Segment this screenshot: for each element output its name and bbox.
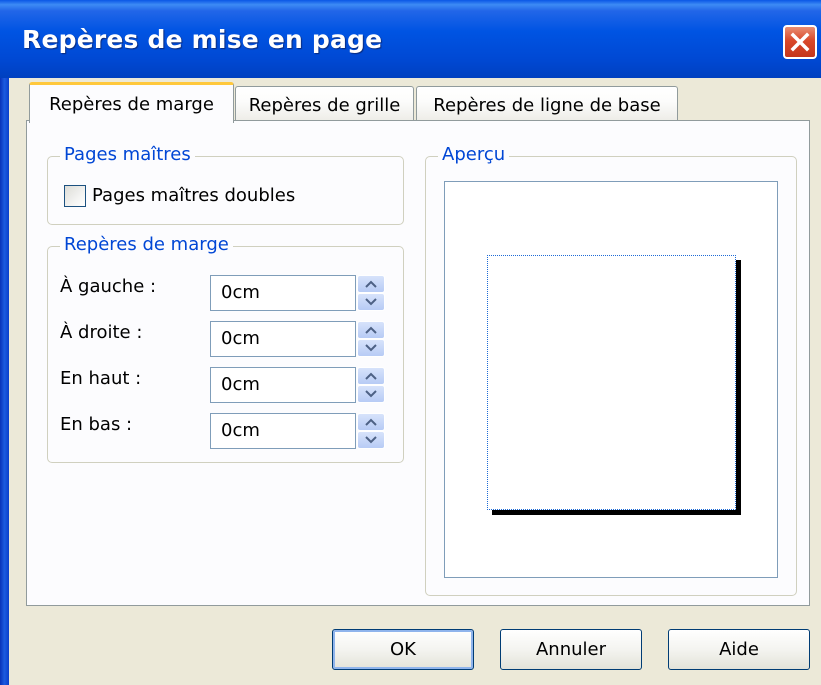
close-icon <box>790 32 810 52</box>
tab-label: Repères de ligne de base <box>433 94 661 116</box>
chevron-up-icon <box>365 326 377 334</box>
close-button[interactable] <box>783 25 817 59</box>
window-title: Repères de mise en page <box>22 25 383 54</box>
top-margin-spinner[interactable] <box>357 367 385 403</box>
tab-margin-guides[interactable]: Repères de marge <box>29 82 234 123</box>
button-label: OK <box>390 639 416 660</box>
help-button[interactable]: Aide <box>668 629 810 670</box>
spin-down-button[interactable] <box>357 385 385 403</box>
right-margin-input[interactable]: 0cm <box>210 321 356 357</box>
left-margin-spinner[interactable] <box>357 275 385 311</box>
tab-baseline-guides[interactable]: Repères de ligne de base <box>416 86 678 123</box>
chevron-down-icon <box>365 436 377 444</box>
spin-up-button[interactable] <box>357 321 385 339</box>
tab-label: Repères de grille <box>248 94 401 116</box>
chevron-down-icon <box>365 390 377 398</box>
double-master-pages-checkbox[interactable] <box>64 185 86 207</box>
right-margin-spinner[interactable] <box>357 321 385 357</box>
group-title: Repères de marge <box>60 234 233 255</box>
ok-button[interactable]: OK <box>332 629 474 670</box>
left-margin-label: À gauche : <box>60 276 157 297</box>
cancel-button[interactable]: Annuler <box>500 629 642 670</box>
chevron-up-icon <box>365 372 377 380</box>
bottom-margin-label: En bas : <box>60 414 133 435</box>
left-margin-input[interactable]: 0cm <box>210 275 356 311</box>
button-label: Aide <box>719 639 759 660</box>
tab-label: Repères de marge <box>49 93 214 115</box>
spin-up-button[interactable] <box>357 367 385 385</box>
bottom-margin-input[interactable]: 0cm <box>210 413 356 449</box>
chevron-down-icon <box>365 344 377 352</box>
spin-up-button[interactable] <box>357 413 385 431</box>
window-frame-left <box>0 78 9 685</box>
spin-down-button[interactable] <box>357 293 385 311</box>
chevron-up-icon <box>365 418 377 426</box>
checkbox-label: Pages maîtres doubles <box>92 185 296 206</box>
spin-up-button[interactable] <box>357 275 385 293</box>
right-margin-label: À droite : <box>60 322 143 343</box>
bottom-margin-spinner[interactable] <box>357 413 385 449</box>
top-margin-label: En haut : <box>60 368 142 389</box>
spin-down-button[interactable] <box>357 431 385 449</box>
spin-down-button[interactable] <box>357 339 385 357</box>
group-title: Pages maîtres <box>60 144 195 165</box>
top-margin-input[interactable]: 0cm <box>210 367 356 403</box>
chevron-down-icon <box>365 298 377 306</box>
tab-grid-guides[interactable]: Repères de grille <box>235 86 414 123</box>
group-title: Aperçu <box>438 144 510 165</box>
button-label: Annuler <box>535 639 606 660</box>
title-bar[interactable]: Repères de mise en page <box>0 0 821 78</box>
chevron-up-icon <box>365 280 377 288</box>
preview-page <box>487 255 736 510</box>
